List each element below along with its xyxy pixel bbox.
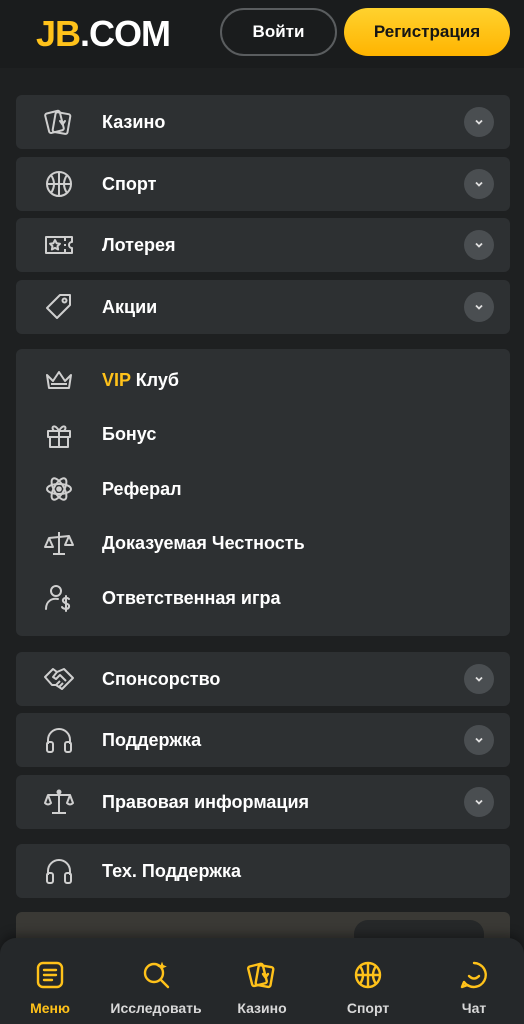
logo-com-text: .COM <box>80 13 171 54</box>
menu-section-lottery[interactable]: Лотерея <box>16 218 510 272</box>
chat-icon <box>457 958 491 992</box>
chevron-down-icon[interactable] <box>464 787 494 817</box>
nav-label-menu: Меню <box>30 1000 70 1016</box>
atom-icon <box>42 472 76 506</box>
headset-icon <box>42 854 76 888</box>
menu-item-bonus[interactable]: Бонус <box>16 408 510 463</box>
menu-label-tech-support: Тех. Поддержка <box>102 860 241 881</box>
nav-label-chat: Чат <box>461 1000 487 1016</box>
menu-label-responsible-gaming: Ответственная игра <box>102 587 281 608</box>
menu-label-vip-club: VIP Клуб <box>102 370 179 391</box>
menu-label-lottery: Лотерея <box>102 234 176 255</box>
balance-icon <box>42 785 76 819</box>
cards-icon <box>245 958 279 992</box>
scales-icon <box>42 527 76 561</box>
login-button[interactable]: Войти <box>220 8 337 56</box>
menu-label-provable-fairness: Доказуемая Честность <box>102 533 305 554</box>
chevron-down-icon[interactable] <box>464 292 494 322</box>
menu-section-legal[interactable]: Правовая информация <box>16 775 510 829</box>
jb-logo[interactable]: JB.COM <box>36 13 171 54</box>
logo-jb-text: JB <box>36 13 81 54</box>
menu-label-legal: Правовая информация <box>102 791 310 812</box>
cards-icon <box>42 105 76 139</box>
menu-section-promotions[interactable]: Акции <box>16 280 510 334</box>
club-text: Клуб <box>130 369 180 390</box>
nav-sport[interactable]: Спорт <box>318 938 418 1024</box>
gift-icon <box>42 418 76 452</box>
crown-icon <box>42 363 76 397</box>
ticket-icon <box>42 228 76 262</box>
nav-menu[interactable]: Меню <box>0 938 100 1024</box>
top-header: JB.COM Войти Регистрация <box>0 0 524 68</box>
menu-section-support[interactable]: Поддержка <box>16 713 510 767</box>
chevron-down-icon[interactable] <box>464 107 494 137</box>
nav-label-sport: Спорт <box>346 1000 390 1016</box>
chevron-down-icon[interactable] <box>464 725 494 755</box>
nav-casino[interactable]: Казино <box>212 938 312 1024</box>
chevron-down-icon[interactable] <box>464 230 494 260</box>
menu-section-tech-support[interactable]: Тех. Поддержка <box>16 844 510 898</box>
nav-explore[interactable]: Исследовать <box>106 938 206 1024</box>
menu-label-bonus: Бонус <box>102 424 157 445</box>
menu-section-sponsorship[interactable]: Спонсорство <box>16 652 510 706</box>
menu-item-vip-club[interactable]: VIP Клуб <box>16 353 510 408</box>
search-icon <box>139 958 173 992</box>
headset-icon <box>42 723 76 757</box>
bottom-navigation: Меню Исследовать Казино Спорт Чат <box>0 938 524 1024</box>
menu-icon <box>33 958 67 992</box>
basketball-icon <box>351 958 385 992</box>
chevron-down-icon[interactable] <box>464 664 494 694</box>
register-button[interactable]: Регистрация <box>344 8 510 56</box>
vip-text: VIP <box>102 369 131 390</box>
basketball-icon <box>42 167 76 201</box>
menu-group-links: VIP Клуб Бонус Реферал Доказуемая Честно… <box>16 349 510 636</box>
chevron-down-icon[interactable] <box>464 169 494 199</box>
menu-section-casino[interactable]: Казино <box>16 95 510 149</box>
tag-icon <box>42 290 76 324</box>
menu-item-referral[interactable]: Реферал <box>16 462 510 517</box>
menu-item-responsible-gaming[interactable]: Ответственная игра <box>16 571 510 626</box>
menu-label-casino: Казино <box>102 111 166 132</box>
nav-label-casino: Казино <box>237 1000 287 1016</box>
nav-chat[interactable]: Чат <box>424 938 524 1024</box>
menu-label-sponsorship: Спонсорство <box>102 668 221 689</box>
menu-item-provable-fairness[interactable]: Доказуемая Честность <box>16 517 510 572</box>
nav-label-explore: Исследовать <box>110 1000 202 1016</box>
menu-section-sport[interactable]: Спорт <box>16 157 510 211</box>
menu-label-promotions: Акции <box>102 296 158 317</box>
handshake-icon <box>42 662 76 696</box>
user-dollar-icon <box>42 581 76 615</box>
menu-label-referral: Реферал <box>102 478 182 499</box>
menu-label-support: Поддержка <box>102 729 202 750</box>
menu-label-sport: Спорт <box>102 173 157 194</box>
